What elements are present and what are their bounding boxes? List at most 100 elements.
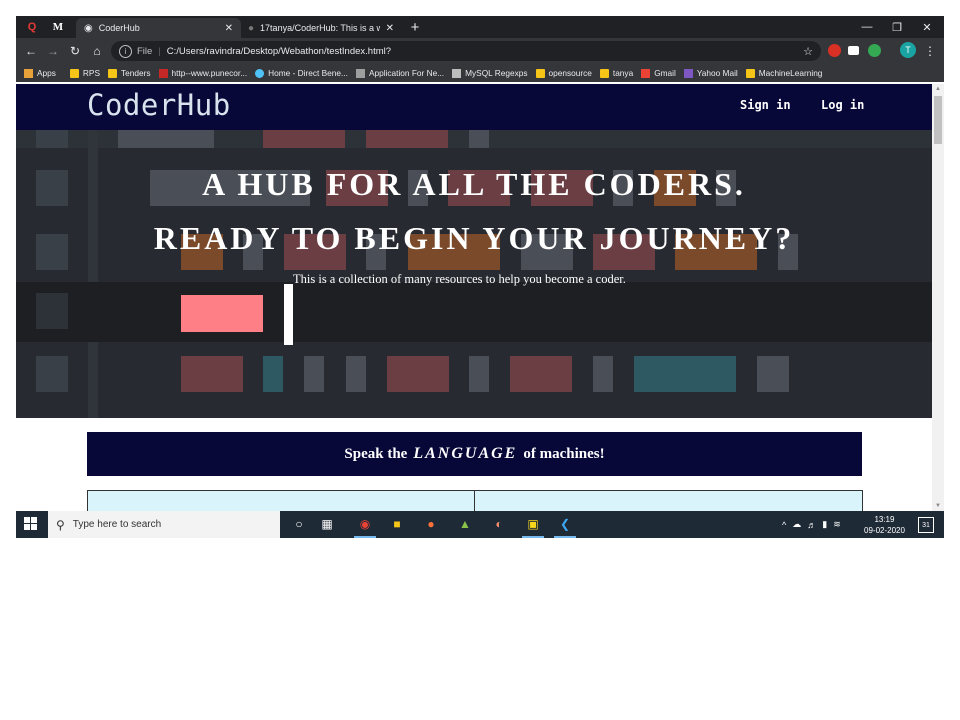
quora-tab-icon[interactable]: Q xyxy=(24,16,40,38)
forward-icon[interactable]: → xyxy=(44,42,62,60)
mail-extension-icon[interactable] xyxy=(848,46,859,55)
notification-badge[interactable]: 31 xyxy=(918,517,934,533)
active-indicator xyxy=(354,536,376,538)
firefox-icon[interactable]: ● xyxy=(422,515,440,533)
battery-icon[interactable]: ▮ xyxy=(822,519,827,530)
info-icon[interactable]: i xyxy=(119,44,132,58)
banner-suffix: of machines! xyxy=(523,445,605,462)
scroll-up-icon[interactable]: ▲ xyxy=(932,84,944,94)
file-explorer-icon[interactable]: ■ xyxy=(388,515,406,533)
apps-grid-icon xyxy=(24,68,33,78)
bookmark-yahoo-mail[interactable]: Yahoo Mail xyxy=(683,68,738,78)
task-view-icon[interactable]: ▦ xyxy=(318,515,336,533)
windows-taskbar: ⚲ Type here to search ○ ▦ ◉ ■ ● ▲ ◐ ▣ ❮ … xyxy=(16,511,944,538)
onedrive-icon[interactable]: ☁ xyxy=(792,519,801,530)
separator: | xyxy=(158,45,161,57)
close-icon[interactable]: ✕ xyxy=(225,23,233,34)
chevron-up-icon[interactable]: ^ xyxy=(782,520,786,530)
bookmark-star-icon[interactable]: ☆ xyxy=(803,45,813,58)
tab-github[interactable]: ● 17tanya/CoderHub: This is a web ✕ xyxy=(244,18,402,38)
site-icon xyxy=(355,68,365,78)
window-close-icon[interactable]: ✕ xyxy=(912,16,942,38)
wifi-icon[interactable]: ≋ xyxy=(833,519,841,530)
tab-title: CoderHub xyxy=(98,23,140,33)
new-tab-button[interactable]: + xyxy=(406,18,424,36)
tab-strip: Q M ◉ CoderHub ✕ ● 17tanya/CoderHub: Thi… xyxy=(16,16,944,38)
bookmark-application[interactable]: Application For Ne... xyxy=(355,68,444,78)
github-icon: ● xyxy=(248,22,255,34)
home-icon[interactable]: ⌂ xyxy=(88,42,106,60)
decor-block xyxy=(36,130,68,148)
grammarly-icon[interactable] xyxy=(868,44,881,57)
language-banner: Speak the LANGUAGE of machines! xyxy=(87,432,862,476)
chrome-icon[interactable]: ◉ xyxy=(356,515,374,533)
vscode-icon[interactable]: ❮ xyxy=(556,515,574,533)
clock-time: 13:19 xyxy=(874,515,895,524)
cortana-icon[interactable]: ○ xyxy=(290,515,308,533)
decor-band xyxy=(16,282,932,342)
hero-heading: A HUB FOR ALL THE CODERS. xyxy=(202,166,746,202)
folder-icon xyxy=(535,68,545,78)
log-in-link[interactable]: Log in xyxy=(821,98,864,112)
app-icon[interactable]: ◐ xyxy=(490,515,508,533)
bookmark-punecorp[interactable]: http--www.punecor... xyxy=(158,68,247,78)
sticky-notes-icon[interactable]: ▣ xyxy=(524,515,542,533)
bookmark-machine-learning[interactable]: MachineLearning xyxy=(745,68,822,78)
hero-description: This is a collection of many resources t… xyxy=(293,272,626,286)
menu-icon[interactable]: ⋮ xyxy=(924,42,936,60)
globe-icon: ◉ xyxy=(84,22,93,34)
scrollbar-thumb[interactable] xyxy=(934,96,942,144)
bookmark-apps[interactable]: Apps xyxy=(24,68,56,78)
decor-block xyxy=(469,356,489,392)
back-icon[interactable]: ← xyxy=(22,42,40,60)
decor-block xyxy=(181,356,243,392)
tab-coderhub[interactable]: ◉ CoderHub ✕ xyxy=(76,18,241,38)
folder-icon xyxy=(745,68,755,78)
active-indicator xyxy=(522,536,544,538)
reload-icon[interactable]: ↻ xyxy=(66,42,84,60)
gmail-tab-icon[interactable]: M xyxy=(50,16,66,38)
sign-in-link[interactable]: Sign in xyxy=(740,98,791,112)
gmail-icon xyxy=(641,68,651,78)
url-text[interactable]: C:/Users/ravindra/Desktop/Webathon/testI… xyxy=(167,46,391,57)
decor-block xyxy=(263,356,283,392)
bookmark-tenders[interactable]: Tenders xyxy=(107,68,151,78)
extension-icon[interactable] xyxy=(828,44,841,57)
profile-avatar[interactable]: T xyxy=(900,42,916,58)
bookmark-rps[interactable]: RPS xyxy=(69,68,100,78)
taskbar-search[interactable]: ⚲ Type here to search xyxy=(48,511,280,538)
bookmark-tanya[interactable]: tanya xyxy=(599,68,633,78)
bookmark-direct-benefit[interactable]: Home - Direct Bene... xyxy=(255,68,348,78)
bookmark-mysql[interactable]: MySQL Regexps xyxy=(452,68,528,78)
taskbar-clock[interactable]: 13:19 09-02-2020 xyxy=(864,514,905,536)
desktop-screen: Q M ◉ CoderHub ✕ ● 17tanya/CoderHub: Thi… xyxy=(16,16,944,538)
folder-icon xyxy=(599,68,609,78)
decor-block xyxy=(118,130,214,148)
yahoo-mail-icon xyxy=(683,68,693,78)
volume-icon[interactable]: ♬ xyxy=(807,520,816,530)
android-studio-icon[interactable]: ▲ xyxy=(456,515,474,533)
decor-block xyxy=(304,356,324,392)
address-bar[interactable]: i File | C:/Users/ravindra/Desktop/Webat… xyxy=(111,41,821,61)
search-placeholder: Type here to search xyxy=(72,519,162,530)
minimize-icon[interactable]: — xyxy=(852,16,882,38)
site-icon xyxy=(452,68,462,78)
site-icon xyxy=(255,68,265,78)
bookmark-gmail[interactable]: Gmail xyxy=(641,68,676,78)
page-scrollbar[interactable]: ▲ ▼ xyxy=(932,84,944,511)
language-card[interactable] xyxy=(474,490,863,511)
language-card[interactable] xyxy=(87,490,475,511)
scroll-down-icon[interactable]: ▼ xyxy=(932,501,944,511)
bookmark-opensource[interactable]: opensource xyxy=(535,68,592,78)
decor-block xyxy=(36,356,68,392)
page-viewport: CoderHub Sign in Log in A HUB FOR ALL TH… xyxy=(16,84,932,511)
file-label: File xyxy=(137,45,153,57)
clock-date: 09-02-2020 xyxy=(864,526,905,535)
hero-cta-button[interactable] xyxy=(181,295,263,332)
active-indicator xyxy=(554,536,576,538)
windows-start-icon[interactable] xyxy=(24,517,38,531)
site-logo[interactable]: CoderHub xyxy=(87,88,231,122)
close-icon[interactable]: ✕ xyxy=(386,23,394,34)
bookmarks-bar: Apps RPS Tenders http--www.punecor... Ho… xyxy=(16,64,944,82)
restore-icon[interactable]: ❐ xyxy=(882,16,912,38)
